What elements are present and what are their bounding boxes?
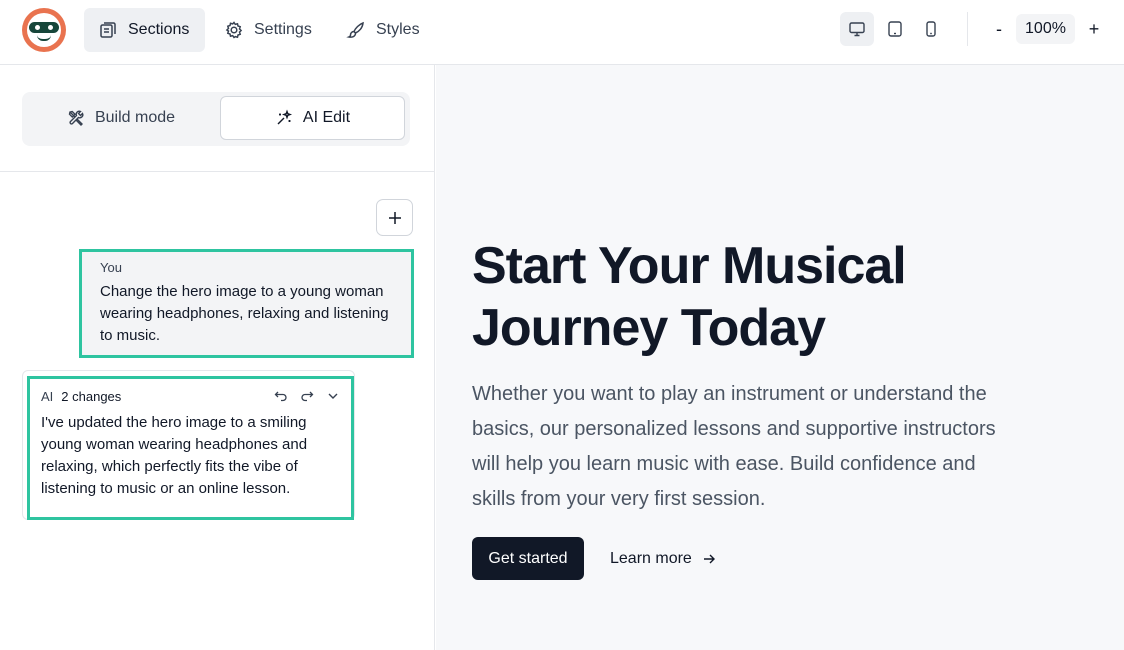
tools-icon — [68, 110, 84, 126]
desktop-view-button[interactable] — [840, 12, 874, 46]
ai-message: AI 2 changes I've updated the hero image… — [27, 376, 354, 520]
ai-edit-label: AI Edit — [302, 109, 351, 126]
arrow-right-icon — [703, 554, 715, 563]
user-message-text: Change the hero image to a young woman w… — [100, 283, 389, 344]
page-preview: Start Your Musical Journey Today Whether… — [436, 65, 1124, 650]
learn-more-link[interactable]: Learn more — [610, 537, 716, 580]
mobile-icon — [926, 21, 936, 37]
plus-icon — [388, 211, 401, 224]
build-mode-label: Build mode — [94, 109, 176, 126]
build-mode-tab[interactable]: Build mode — [26, 96, 216, 140]
tablet-icon — [888, 21, 902, 37]
changes-badge[interactable]: 2 changes — [61, 389, 121, 404]
nav-styles-label: Styles — [376, 21, 420, 38]
panel-divider — [0, 171, 435, 172]
hero-title: Start Your Musical Journey Today — [472, 237, 907, 357]
ai-edit-tab[interactable]: AI Edit — [220, 96, 405, 140]
learn-more-label: Learn more — [610, 549, 692, 567]
nav-settings-label: Settings — [254, 21, 312, 38]
sparkle-icon — [277, 109, 292, 125]
ai-message-text: I've updated the hero image to a smiling… — [41, 414, 308, 497]
redo-icon[interactable] — [300, 389, 314, 403]
chevron-down-icon[interactable] — [326, 389, 340, 403]
mode-switch: Build mode AI Edit — [22, 92, 410, 146]
toolbar-divider — [967, 12, 968, 46]
zoom-level[interactable]: 100% — [1016, 14, 1075, 44]
nav-sections-label: Sections — [128, 21, 190, 38]
mobile-view-button[interactable] — [914, 12, 948, 46]
user-message-author: You — [100, 260, 122, 275]
logo[interactable] — [22, 8, 66, 52]
sections-icon — [100, 22, 116, 38]
zoom-in-button[interactable]: + — [1080, 12, 1108, 46]
nav-settings-button[interactable]: Settings — [210, 8, 326, 52]
gear-icon — [225, 21, 243, 39]
zoom-out-button[interactable]: - — [985, 12, 1013, 46]
nav-styles-button[interactable]: Styles — [332, 8, 434, 52]
user-message: You Change the hero image to a young wom… — [79, 249, 414, 358]
sloth-icon — [27, 13, 61, 47]
desktop-icon — [849, 22, 865, 37]
brush-icon — [346, 21, 364, 38]
hero-subtitle: Whether you want to play an instrument o… — [472, 383, 996, 510]
undo-icon[interactable] — [274, 389, 288, 403]
add-button[interactable] — [376, 199, 413, 236]
tablet-view-button[interactable] — [878, 12, 912, 46]
nav-sections-button[interactable]: Sections — [84, 8, 205, 52]
ai-message-author: AI — [41, 388, 54, 404]
editor-sidebar: Build mode AI Edit You Change the hero i… — [0, 65, 435, 650]
get-started-button[interactable]: Get started — [472, 537, 584, 580]
top-bar: Sections Settings Styles - 100% + — [0, 0, 1124, 65]
